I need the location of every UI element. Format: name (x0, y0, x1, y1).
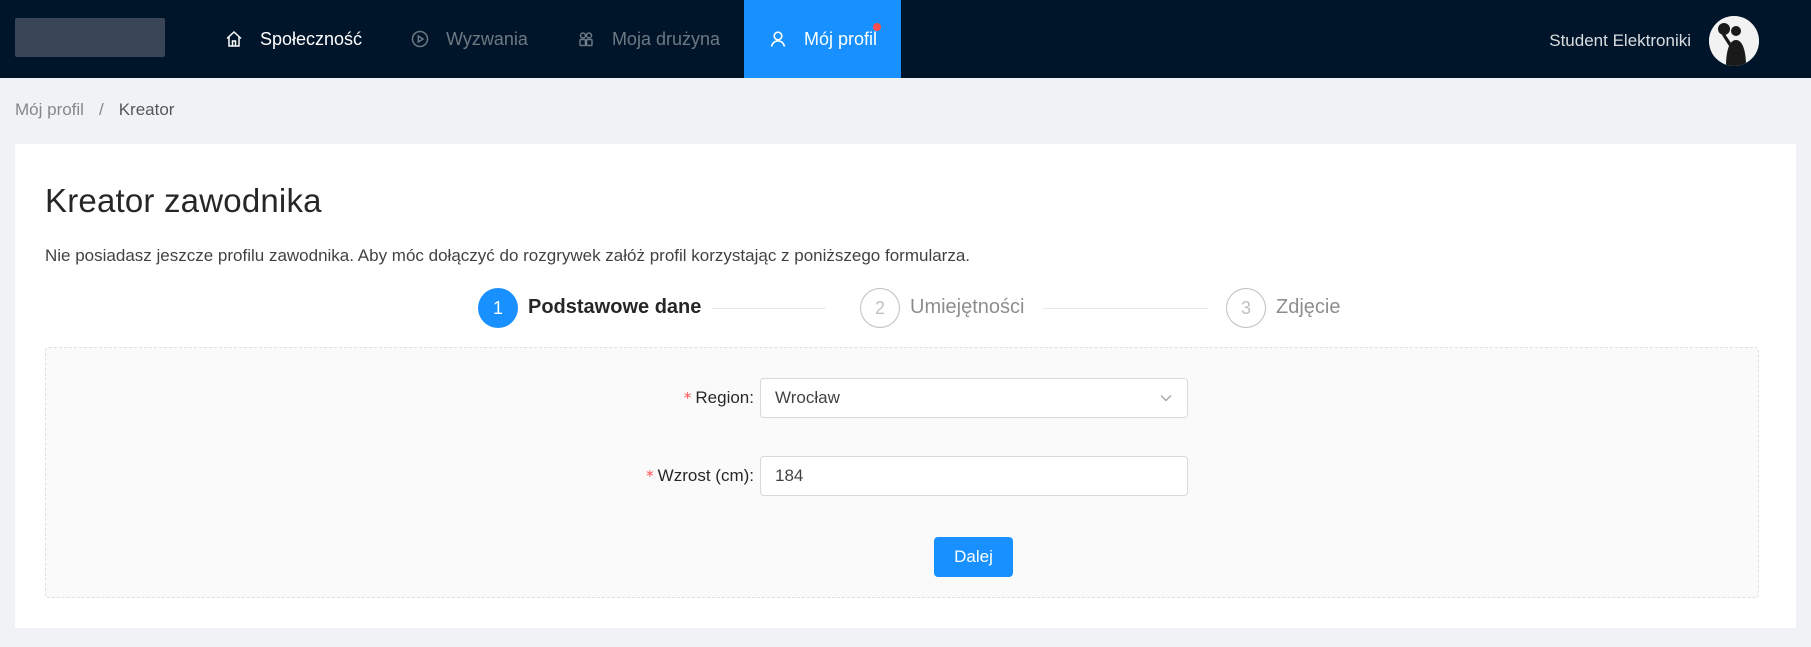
nav-item-label: Mój profil (804, 28, 878, 49)
team-icon (576, 29, 596, 49)
play-circle-icon (410, 29, 430, 49)
form-panel: *Region: Wrocław *Wzrost (cm): Dalej (45, 347, 1759, 598)
height-input[interactable] (760, 456, 1188, 496)
required-marker: * (683, 389, 692, 407)
wizard-steps: 1 Podstawowe dane 2 Umiejętności 3 Zdjęc… (478, 288, 1358, 330)
breadcrumb-separator: / (98, 100, 104, 119)
step-connector (712, 308, 826, 309)
nav-item-challenges[interactable]: Wyzwania (386, 0, 552, 78)
chevron-down-icon (1159, 391, 1173, 405)
user-menu[interactable]: Student Elektroniki (1549, 16, 1759, 66)
required-marker: * (646, 467, 654, 485)
step-1-circle: 1 (478, 288, 518, 328)
nav-item-my-profile[interactable]: Mój profil (744, 0, 902, 78)
page-title: Kreator zawodnika (45, 182, 322, 219)
nav-item-label: Wyzwania (446, 28, 528, 49)
user-name: Student Elektroniki (1549, 31, 1691, 50)
user-icon (768, 29, 788, 49)
region-select-value: Wrocław (775, 388, 840, 407)
nav-item-label: Społeczność (260, 28, 363, 49)
step-1-label: Podstawowe dane (528, 296, 702, 318)
region-label: * Region: (683, 388, 754, 407)
step-3-circle: 3 (1226, 288, 1266, 328)
page-description: Nie posiadasz jeszcze profilu zawodnika.… (45, 246, 971, 265)
step-3-label: Zdjęcie (1276, 296, 1341, 318)
breadcrumb-current: Kreator (118, 100, 175, 119)
avatar[interactable] (1709, 16, 1759, 66)
breadcrumb-link-my-profile[interactable]: Mój profil (15, 100, 84, 120)
breadcrumb: Mój profil / Kreator (15, 100, 174, 120)
step-2-label: Umiejętności (910, 296, 1025, 318)
app-logo[interactable] (15, 18, 165, 57)
region-select[interactable]: Wrocław (760, 378, 1188, 418)
top-navigation-bar: Społeczność Wyzwania Moja drużyna Mój pr… (0, 0, 1811, 78)
nav-item-my-team[interactable]: Moja drużyna (552, 0, 744, 78)
content-card: Kreator zawodnika Nie posiadasz jeszcze … (15, 144, 1796, 628)
height-label: * Wzrost (cm): (646, 466, 754, 485)
nav-item-community[interactable]: Społeczność (200, 0, 386, 78)
main-nav: Społeczność Wyzwania Moja drużyna Mój pr… (200, 0, 902, 78)
step-2-circle: 2 (860, 288, 900, 328)
home-icon (224, 29, 244, 49)
step-connector (1043, 308, 1208, 309)
notification-dot (873, 23, 882, 31)
next-button[interactable]: Dalej (934, 537, 1013, 577)
nav-item-label: Moja drużyna (611, 28, 720, 49)
